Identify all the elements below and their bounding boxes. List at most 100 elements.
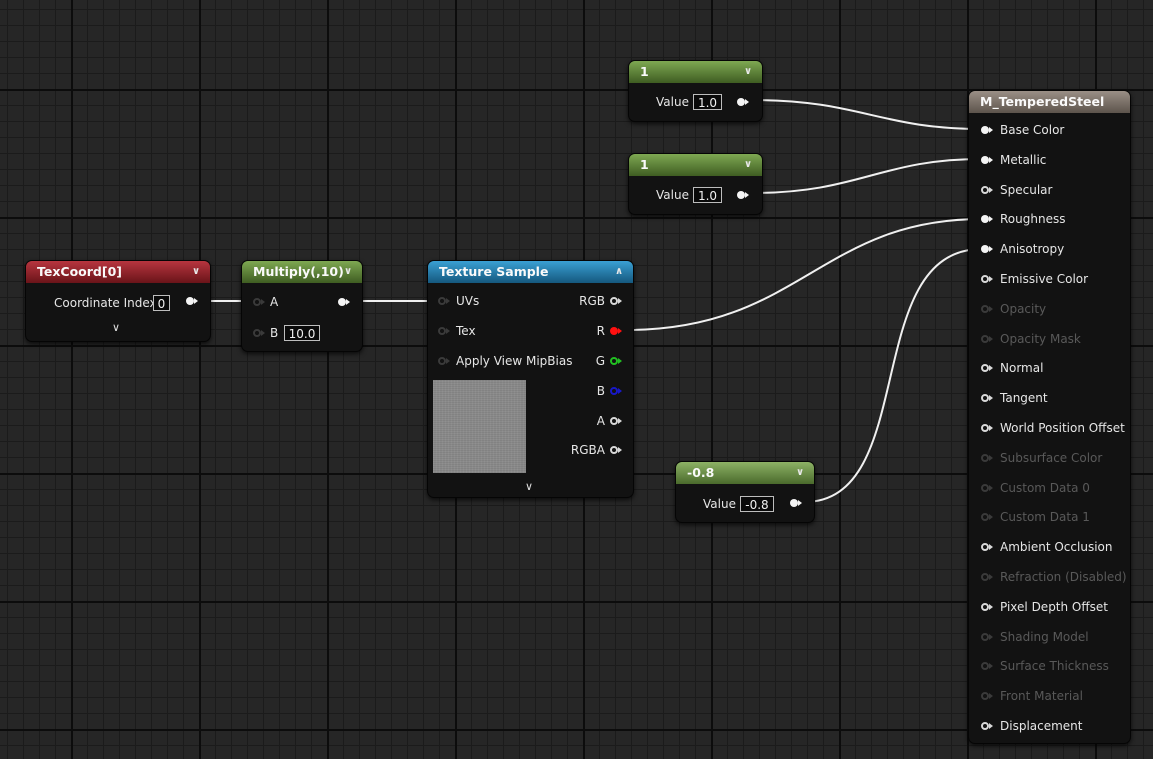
input-a-label: A — [270, 295, 279, 309]
input-pin-uvs[interactable] — [438, 297, 450, 305]
value-input[interactable]: -0.8 — [740, 496, 774, 512]
node-header[interactable]: 1 ∨ — [629, 154, 762, 176]
multiply-node[interactable]: Multiply(,10) ∨ A B 10.0 — [241, 260, 363, 352]
material-input-pin[interactable] — [981, 245, 993, 254]
material-input-label: Custom Data 1 — [1000, 510, 1090, 525]
node-title: TexCoord[0] — [37, 264, 122, 279]
chevron-down-icon[interactable]: ∨ — [740, 61, 756, 83]
material-result-node[interactable]: M_TemperedSteel Base Color Metallic Specul… — [968, 90, 1131, 744]
material-input-label: Base Color — [1000, 123, 1065, 137]
material-input-pin[interactable] — [981, 722, 993, 730]
output-pin[interactable] — [790, 499, 802, 507]
output-pin-b[interactable] — [610, 387, 622, 395]
material-input-pin — [981, 573, 993, 581]
material-input-label: Pixel Depth Offset — [1000, 599, 1108, 614]
output-pin-a[interactable] — [610, 417, 622, 425]
input-pin-mipbias[interactable] — [438, 357, 450, 365]
material-input-pin[interactable] — [981, 215, 993, 224]
chevron-down-icon[interactable]: ∨ — [112, 321, 120, 334]
constant-node-negative[interactable]: -0.8 ∨ Value -0.8 — [675, 461, 815, 523]
material-input-pin[interactable] — [981, 364, 993, 373]
output-pin-r[interactable] — [610, 327, 622, 335]
material-input-label: Normal — [1000, 361, 1044, 376]
texcoord-node[interactable]: TexCoord[0] ∨ Coordinate Index 0 ∨ — [25, 260, 211, 342]
output-label: R — [596, 324, 605, 338]
output-pin-rgb[interactable] — [610, 297, 622, 305]
material-input-pin — [981, 632, 993, 641]
input-pin-b[interactable] — [253, 329, 265, 337]
coordinate-index-input[interactable]: 0 — [153, 295, 170, 311]
node-title: Multiply(,10) — [253, 264, 344, 279]
input-pin-a[interactable] — [253, 298, 265, 306]
material-input-pin — [981, 662, 993, 671]
chevron-down-icon[interactable]: ∨ — [340, 261, 356, 283]
chevron-up-icon[interactable]: ∧ — [611, 261, 627, 283]
coordinate-index-label: Coordinate Index — [54, 296, 157, 310]
chevron-down-icon[interactable]: ∨ — [525, 480, 533, 493]
output-label: RGB — [579, 294, 605, 308]
node-title: 1 — [640, 157, 649, 172]
material-input-pin[interactable] — [981, 126, 993, 134]
material-input-label: World Position Offset — [1000, 421, 1125, 435]
material-input-label: Tangent — [1000, 391, 1048, 406]
node-header[interactable]: 1 ∨ — [629, 61, 762, 83]
chevron-down-icon[interactable]: ∨ — [792, 462, 808, 484]
value-label: Value — [656, 95, 689, 109]
output-pin[interactable] — [186, 297, 198, 305]
material-input-label: Subsurface Color — [1000, 450, 1103, 465]
material-input-pin — [981, 483, 993, 492]
material-input-pin[interactable] — [981, 602, 993, 611]
node-title: M_TemperedSteel — [980, 94, 1105, 109]
chevron-down-icon[interactable]: ∨ — [188, 261, 204, 283]
material-input-pin — [981, 453, 993, 462]
material-input-pin[interactable] — [981, 275, 993, 283]
material-input-pin — [981, 334, 993, 343]
output-label: B — [596, 384, 605, 398]
output-label: RGBA — [570, 443, 605, 457]
input-b-value[interactable]: 10.0 — [284, 325, 320, 341]
material-input-label: Roughness — [1000, 212, 1066, 227]
constant-node-top[interactable]: 1 ∨ Value 1.0 — [628, 60, 763, 122]
wire-neg-value-to-anisotropy — [803, 248, 983, 503]
material-input-label: Opacity — [1000, 301, 1047, 316]
material-input-label: Displacement — [1000, 719, 1083, 733]
node-header[interactable]: -0.8 ∨ — [676, 462, 814, 484]
output-label: G — [595, 354, 605, 368]
output-pin[interactable] — [737, 98, 749, 106]
value-label: Value — [656, 188, 689, 202]
material-input-pin — [981, 692, 993, 701]
node-title: 1 — [640, 64, 649, 79]
material-input-pin — [981, 304, 993, 313]
material-input-label: Surface Thickness — [1000, 659, 1109, 674]
material-input-label: Emissive Color — [1000, 272, 1089, 286]
constant-node-middle[interactable]: 1 ∨ Value 1.0 — [628, 153, 763, 215]
output-pin[interactable] — [737, 191, 749, 199]
input-pin-tex[interactable] — [438, 327, 450, 335]
input-b-label: B — [270, 326, 279, 340]
material-input-pin[interactable] — [981, 543, 993, 552]
texture-sample-node[interactable]: Texture Sample ∧ UVs Tex Apply View MipB… — [427, 260, 634, 498]
material-input-pin[interactable] — [981, 185, 993, 194]
texture-preview-thumbnail — [433, 380, 526, 473]
material-input-pin[interactable] — [981, 155, 993, 164]
input-label: Tex — [456, 324, 476, 338]
value-input[interactable]: 1.0 — [693, 94, 722, 110]
material-input-pin[interactable] — [981, 394, 993, 403]
material-input-pin — [981, 513, 993, 522]
material-input-label: Metallic — [1000, 152, 1047, 167]
material-input-pin[interactable] — [981, 424, 993, 432]
output-pin-rgba[interactable] — [610, 446, 622, 454]
input-label: UVs — [456, 294, 480, 308]
output-label: A — [596, 414, 605, 428]
node-header[interactable]: Texture Sample ∧ — [428, 261, 633, 283]
node-header[interactable]: TexCoord[0] ∨ — [26, 261, 210, 283]
chevron-down-icon[interactable]: ∨ — [740, 154, 756, 176]
node-header[interactable]: Multiply(,10) ∨ — [242, 261, 362, 283]
node-header[interactable]: M_TemperedSteel — [969, 91, 1130, 113]
material-input-label: Anisotropy — [1000, 242, 1065, 257]
output-pin[interactable] — [338, 298, 350, 306]
output-pin-g[interactable] — [610, 357, 622, 365]
value-input[interactable]: 1.0 — [693, 187, 722, 203]
material-input-label: Specular — [1000, 182, 1053, 197]
value-label: Value — [703, 497, 736, 511]
